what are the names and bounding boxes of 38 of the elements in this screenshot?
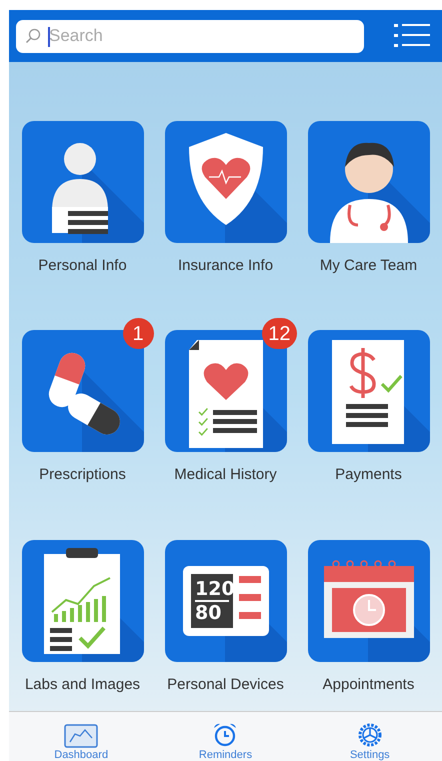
doctor-drawing[interactable] bbox=[308, 121, 430, 243]
notification-badge: 1 bbox=[122, 318, 154, 350]
line-graph-icon bbox=[64, 724, 98, 748]
search-icon bbox=[25, 28, 41, 44]
person-card-drawing[interactable] bbox=[22, 121, 144, 243]
heart-shield-drawing[interactable] bbox=[164, 121, 286, 243]
tab-button[interactable]: Settings bbox=[298, 712, 442, 761]
tile-label: My Care Team bbox=[320, 256, 418, 276]
tile-label: Prescriptions bbox=[39, 465, 126, 486]
pressure-reading: 80 bbox=[194, 602, 221, 624]
tile-label: Personal Info bbox=[38, 256, 127, 276]
graph-bar bbox=[78, 604, 82, 622]
graph-bar bbox=[62, 610, 66, 622]
calendar-clock-drawing[interactable] bbox=[308, 540, 430, 662]
clipboard-chart-drawing[interactable] bbox=[22, 540, 144, 662]
blood-pressure-monitor-drawing[interactable]: 120 80 bbox=[164, 540, 286, 662]
graph-bar bbox=[86, 602, 90, 622]
menu-icon[interactable] bbox=[394, 22, 430, 50]
tile-label: Personal Devices bbox=[167, 674, 284, 695]
graph-bar bbox=[54, 614, 58, 622]
tab-button[interactable]: Reminders bbox=[153, 712, 298, 761]
tile-label: Appointments bbox=[322, 674, 414, 695]
pressure-reading: 120 bbox=[194, 578, 234, 600]
receipt-drawing[interactable] bbox=[308, 330, 430, 452]
trend-line bbox=[50, 576, 110, 612]
gear-icon bbox=[356, 722, 383, 748]
tab-button[interactable]: Dashboard bbox=[9, 712, 154, 761]
graph-bar bbox=[94, 598, 98, 622]
tile-label: Insurance Info bbox=[178, 256, 274, 276]
notification-badge: 12 bbox=[262, 318, 296, 350]
search-field[interactable]: Search bbox=[16, 20, 364, 52]
alarm-clock-icon bbox=[212, 722, 238, 748]
tile-label: Labs and Images bbox=[24, 674, 140, 695]
tile-label: Payments bbox=[335, 465, 402, 486]
tile-label: Medical History bbox=[174, 465, 277, 486]
text-cursor bbox=[48, 26, 50, 46]
graph-bar bbox=[102, 596, 106, 622]
graph-bar bbox=[70, 608, 74, 622]
